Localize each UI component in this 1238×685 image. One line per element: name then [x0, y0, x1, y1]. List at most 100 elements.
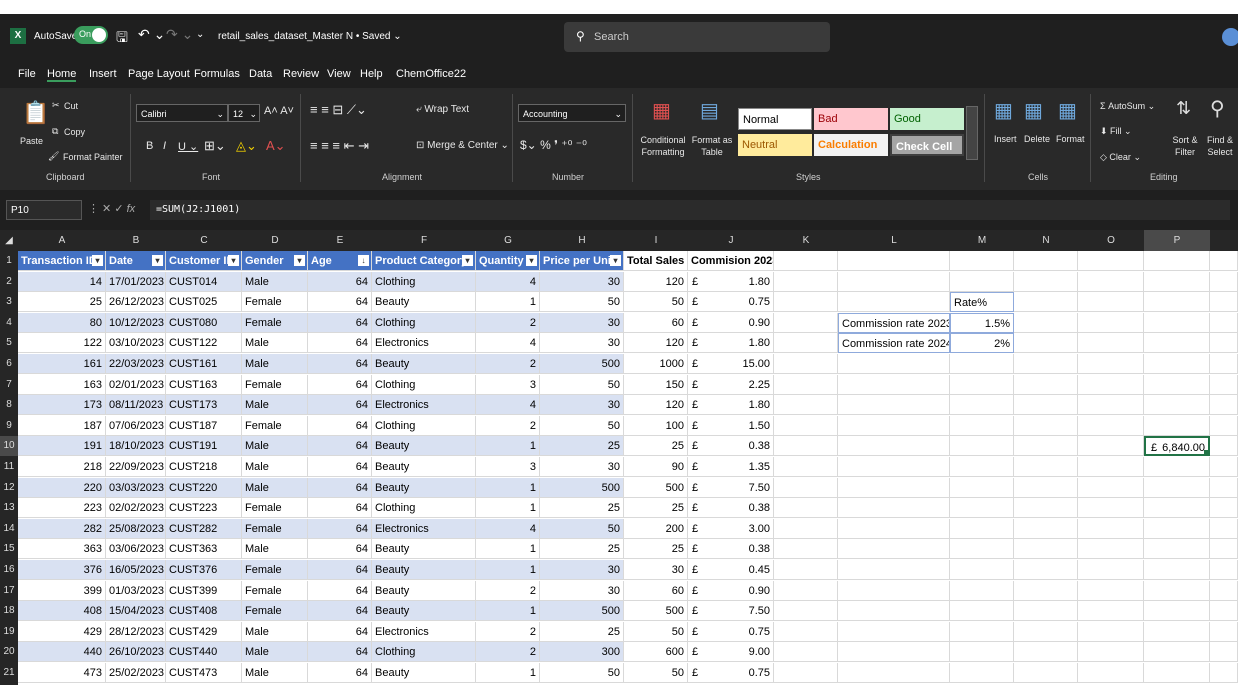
bold-icon[interactable]: B — [146, 140, 153, 152]
grid-cell[interactable] — [774, 251, 838, 271]
column-header-d[interactable]: D — [242, 230, 308, 251]
cell-gender[interactable]: Female — [242, 292, 308, 313]
grid-cell[interactable] — [1144, 251, 1210, 271]
cell-customer-id[interactable]: CUST163 — [166, 374, 242, 395]
grid-cell[interactable] — [1078, 560, 1144, 580]
grid-cell[interactable] — [1078, 457, 1144, 477]
cell-date[interactable]: 08/11/2023 — [106, 395, 166, 416]
column-header-k[interactable]: K — [774, 230, 838, 251]
cell-gender[interactable]: Male — [242, 354, 308, 374]
cell-transaction-id[interactable]: 473 — [18, 663, 106, 683]
column-header-f[interactable]: F — [372, 230, 476, 251]
selected-cell-p10[interactable]: £6,840.00 — [1144, 436, 1210, 457]
find-select-icon[interactable]: ⚲ — [1210, 96, 1225, 121]
cell-customer-id[interactable]: CUST161 — [166, 354, 242, 374]
grid-cell[interactable] — [950, 560, 1014, 580]
customize-toolbar-icon[interactable]: ⌄ — [196, 29, 204, 40]
grid-cell[interactable] — [838, 395, 950, 416]
cell-date[interactable]: 25/08/2023 — [106, 518, 166, 539]
cell-transaction-id[interactable]: 25 — [18, 292, 106, 313]
cell-quantity[interactable]: 4 — [476, 271, 540, 292]
undo-icon[interactable]: ↶ ⌄ — [138, 26, 165, 43]
grid-cell[interactable] — [1078, 271, 1144, 292]
cell-age[interactable]: 64 — [308, 560, 372, 580]
save-icon[interactable]: 🖫 — [116, 27, 128, 51]
cell-transaction-id[interactable]: 191 — [18, 436, 106, 457]
grid-cell[interactable] — [1144, 539, 1210, 560]
cell-transaction-id[interactable]: 408 — [18, 601, 106, 622]
cell-commission-2023[interactable]: £1.80 — [688, 271, 774, 292]
cut-icon[interactable]: ✂ — [52, 100, 60, 111]
menu-insert[interactable]: Insert — [89, 68, 117, 80]
cell-age[interactable]: 64 — [308, 333, 372, 354]
grid-cell[interactable] — [1210, 374, 1238, 395]
cell-customer-id[interactable]: CUST187 — [166, 415, 242, 436]
search-box[interactable]: ⚲ Search — [564, 22, 830, 52]
commission-rate-2023-label[interactable]: Commission rate 2023 — [838, 312, 950, 333]
cell-quantity[interactable]: 2 — [476, 354, 540, 374]
cell-transaction-id[interactable]: 122 — [18, 333, 106, 354]
cell-age[interactable]: 64 — [308, 292, 372, 313]
cell-commission-2023[interactable]: £1.50 — [688, 415, 774, 436]
grid-cell[interactable] — [1078, 477, 1144, 498]
grid-cell[interactable] — [838, 560, 950, 580]
menu-help[interactable]: Help — [360, 68, 383, 80]
cell-quantity[interactable]: 3 — [476, 374, 540, 395]
cell-quantity[interactable]: 1 — [476, 663, 540, 683]
grid-cell[interactable] — [1210, 560, 1238, 580]
cell-age[interactable]: 64 — [308, 457, 372, 477]
grid-cell[interactable] — [1014, 580, 1078, 601]
cell-age[interactable]: 64 — [308, 580, 372, 601]
cell-quantity[interactable]: 4 — [476, 333, 540, 354]
format-painter-icon[interactable]: 🖌 — [48, 151, 59, 162]
cell-total-sales[interactable]: 90 — [624, 457, 688, 477]
cell-quantity[interactable]: 2 — [476, 312, 540, 333]
commission-rate-2023-value[interactable]: 1.5% — [950, 312, 1014, 333]
column-header-b[interactable]: B — [106, 230, 166, 251]
formula-bar-icons[interactable]: ⋮ ✕ ✓ fx — [88, 202, 135, 215]
cell-gender[interactable]: Female — [242, 498, 308, 519]
cell-transaction-id[interactable]: 80 — [18, 312, 106, 333]
grid-cell[interactable] — [838, 518, 950, 539]
cut-button[interactable]: Cut — [64, 101, 78, 111]
cell-gender[interactable]: Female — [242, 560, 308, 580]
grid-cell[interactable] — [1210, 312, 1238, 333]
grid-cell[interactable] — [1144, 663, 1210, 683]
grid-cell[interactable] — [1014, 354, 1078, 374]
cell-age[interactable]: 64 — [308, 312, 372, 333]
grid-cell[interactable] — [1210, 642, 1238, 663]
column-header-m[interactable]: M — [950, 230, 1014, 251]
column-header-g[interactable]: G — [476, 230, 540, 251]
cell-commission-2023[interactable]: £0.45 — [688, 560, 774, 580]
cell-transaction-id[interactable]: 399 — [18, 580, 106, 601]
borders-icon[interactable]: ⊞⌄ — [204, 138, 226, 154]
autosave-toggle[interactable]: On — [74, 26, 108, 44]
cell-price-per-unit[interactable]: 30 — [540, 560, 624, 580]
merge-center-button[interactable]: ⊡ Merge & Center ⌄ — [416, 140, 509, 151]
cell-commission-2023[interactable]: £7.50 — [688, 477, 774, 498]
grid-cell[interactable] — [774, 477, 838, 498]
grid-cell[interactable] — [1210, 333, 1238, 354]
sheet-grid[interactable]: Transaction ID ▾ Date ▾ Customer ID ▾ Gender ▾ A… — [0, 251, 1238, 685]
cell-customer-id[interactable]: CUST191 — [166, 436, 242, 457]
grid-cell[interactable] — [774, 457, 838, 477]
cell-price-per-unit[interactable]: 500 — [540, 354, 624, 374]
grid-cell[interactable] — [950, 251, 1014, 271]
insert-cells-icon[interactable]: ▦ — [994, 98, 1013, 123]
grid-cell[interactable] — [1014, 312, 1078, 333]
cell-quantity[interactable]: 3 — [476, 457, 540, 477]
grid-cell[interactable] — [1014, 642, 1078, 663]
cell-gender[interactable]: Male — [242, 477, 308, 498]
grid-cell[interactable] — [1144, 560, 1210, 580]
cell-total-sales[interactable]: 600 — [624, 642, 688, 663]
font-size-increase-icon[interactable]: A˄ A˅ — [264, 105, 294, 117]
cell-age[interactable]: 64 — [308, 498, 372, 519]
cell-total-sales[interactable]: 100 — [624, 415, 688, 436]
grid-cell[interactable] — [1144, 292, 1210, 313]
grid-cell[interactable] — [950, 498, 1014, 519]
cell-product-category[interactable]: Beauty — [372, 477, 476, 498]
cell-gender[interactable]: Male — [242, 395, 308, 416]
grid-cell[interactable] — [774, 621, 838, 642]
grid-cell[interactable] — [1078, 436, 1144, 457]
cell-quantity[interactable]: 1 — [476, 539, 540, 560]
